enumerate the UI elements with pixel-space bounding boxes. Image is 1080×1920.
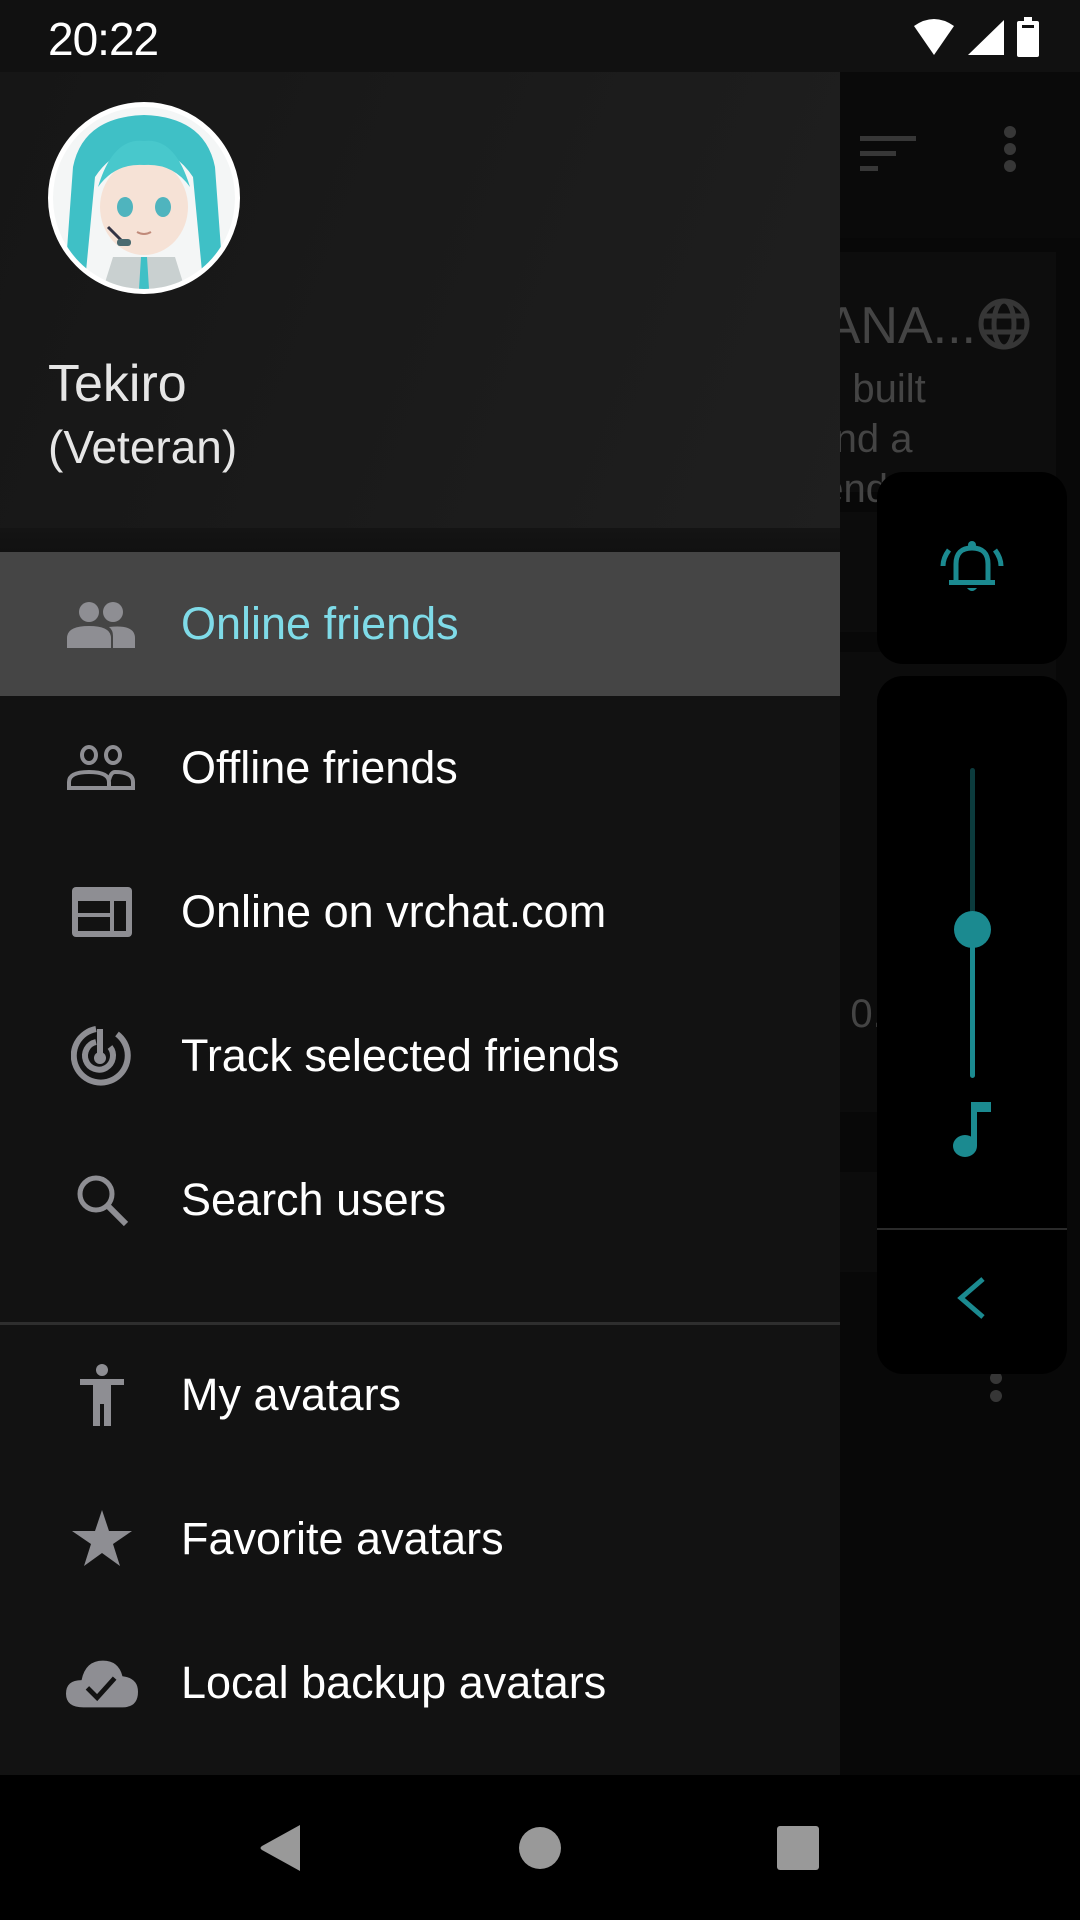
menu-item-label: Online friends bbox=[181, 598, 459, 649]
user-name: Tekiro bbox=[48, 355, 187, 413]
back-button[interactable] bbox=[210, 1775, 350, 1920]
battery-icon bbox=[1017, 17, 1039, 57]
accessibility-icon bbox=[66, 1359, 138, 1431]
cloud-done-icon bbox=[66, 1647, 138, 1719]
user-rank: (Veteran) bbox=[48, 421, 238, 473]
user-avatar[interactable] bbox=[48, 102, 240, 294]
menu-item-label: Search users bbox=[181, 1174, 447, 1225]
bell-ringing-icon bbox=[940, 541, 1004, 591]
menu-item-local-backup-avatars[interactable]: Local backup avatars bbox=[0, 1611, 840, 1755]
menu-item-label: Local backup avatars bbox=[181, 1657, 607, 1708]
volume-track-fill[interactable] bbox=[970, 929, 975, 1078]
header-shadow bbox=[0, 528, 840, 552]
recents-button[interactable] bbox=[728, 1775, 868, 1920]
menu-item-online-friends[interactable]: Online friends bbox=[0, 552, 840, 696]
recents-square-icon bbox=[777, 1825, 819, 1870]
menu-item-search-users[interactable]: Search users bbox=[0, 1128, 840, 1272]
menu-item-track-selected-friends[interactable]: Track selected friends bbox=[0, 984, 840, 1128]
wifi-icon bbox=[914, 19, 954, 55]
cell-signal-icon bbox=[968, 20, 1004, 55]
home-circle-icon bbox=[519, 1826, 561, 1869]
ringer-mode-button[interactable] bbox=[877, 472, 1067, 664]
back-triangle-icon bbox=[260, 1824, 300, 1871]
people-icon bbox=[66, 588, 138, 660]
menu-item-online-on-vrchat[interactable]: Online on vrchat.com bbox=[0, 840, 840, 984]
home-button[interactable] bbox=[470, 1775, 610, 1920]
chevron-left-icon[interactable] bbox=[955, 1276, 989, 1320]
web-layout-icon bbox=[66, 876, 138, 948]
volume-slider-thumb[interactable] bbox=[954, 911, 991, 949]
status-icons bbox=[912, 17, 1040, 57]
music-note-icon[interactable] bbox=[947, 1100, 997, 1160]
menu-item-offline-friends[interactable]: Offline friends bbox=[0, 696, 840, 840]
search-icon bbox=[66, 1164, 138, 1236]
volume-track[interactable] bbox=[970, 768, 975, 930]
status-bar: 20:22 bbox=[0, 0, 1080, 72]
menu-item-favorite-avatars[interactable]: Favorite avatars bbox=[0, 1467, 840, 1611]
menu-item-label: Favorite avatars bbox=[181, 1513, 504, 1564]
star-icon bbox=[66, 1503, 138, 1575]
drawer-header: Tekiro (Veteran) bbox=[0, 72, 840, 528]
volume-panel-divider bbox=[877, 1228, 1067, 1230]
menu-item-my-avatars[interactable]: My avatars bbox=[0, 1323, 840, 1467]
status-time: 20:22 bbox=[48, 13, 159, 65]
menu-item-label: Online on vrchat.com bbox=[181, 886, 607, 937]
people-outline-icon bbox=[66, 732, 138, 804]
menu-item-label: Track selected friends bbox=[181, 1030, 620, 1081]
menu-item-label: Offline friends bbox=[181, 742, 458, 793]
menu-item-label: My avatars bbox=[181, 1369, 402, 1420]
volume-slider-panel bbox=[877, 676, 1067, 1374]
system-nav-bar bbox=[0, 1775, 1080, 1920]
radar-icon bbox=[66, 1020, 138, 1092]
drawer-menu: Online friends Offline friends Online on… bbox=[0, 552, 840, 1755]
navigation-drawer: Tekiro (Veteran) Online friends Offline … bbox=[0, 72, 840, 1775]
